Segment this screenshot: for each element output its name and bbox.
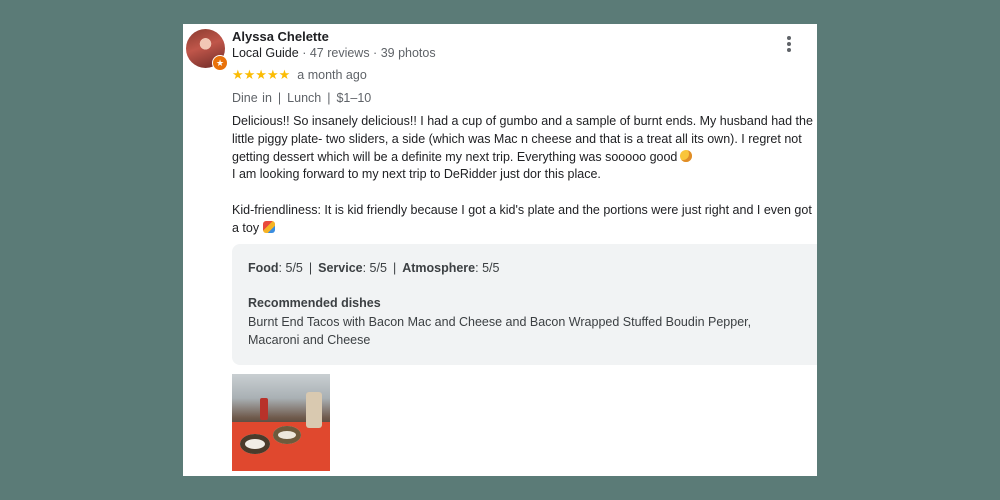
local-guide-star-icon: ★	[212, 55, 228, 71]
review-paragraph-3: Kid-friendliness: It is kid friendly bec…	[232, 202, 812, 235]
review-text: Delicious!! So insanely delicious!! I ha…	[232, 113, 817, 238]
category-scores: Food: 5/5 | Service: 5/5 | Atmosphere: 5/5	[248, 261, 500, 275]
visit-tags: Dine in | Lunch | $1–10	[232, 91, 372, 105]
score-food-label: Food	[248, 261, 279, 275]
score-service-value: : 5/5	[362, 261, 387, 275]
review-paragraph-1: Delicious!! So insanely delicious!! I ha…	[232, 114, 813, 164]
reviewer-meta[interactable]: Local Guide · 47 reviews · 39 photos	[232, 46, 436, 60]
smiling-face-emoji-icon	[680, 149, 693, 162]
tag-lunch: Lunch	[287, 91, 322, 105]
recommended-dishes-title: Recommended dishes	[248, 296, 381, 310]
review-card: ★ Alyssa Chelette Local Guide · 47 revie…	[183, 24, 817, 476]
review-count: 47 reviews	[309, 46, 370, 60]
review-paragraph-2: I am looking forward to my next trip to …	[232, 167, 601, 182]
score-atmosphere-label: Atmosphere	[402, 261, 476, 275]
review-date: a month ago	[297, 68, 367, 82]
review-photo[interactable]	[232, 374, 330, 471]
meta-separator: ·	[369, 46, 381, 60]
recommended-dishes-text: Burnt End Tacos with Bacon Mac and Chees…	[248, 315, 752, 347]
star-rating: ★★★★★	[232, 67, 291, 82]
local-guide-label: Local Guide	[232, 46, 299, 60]
tag-price: $1–10	[336, 91, 372, 105]
score-atmosphere-value: : 5/5	[475, 261, 500, 275]
reviewer-name[interactable]: Alyssa Chelette	[232, 29, 329, 44]
score-service-label: Service	[318, 261, 363, 275]
meta-separator: ·	[298, 46, 310, 60]
rating-row: ★★★★★ a month ago	[232, 67, 367, 83]
tag-dine-in: Dine in	[232, 91, 272, 105]
photo-count: 39 photos	[380, 46, 436, 60]
score-food-value: : 5/5	[278, 261, 303, 275]
more-vert-icon[interactable]	[781, 35, 797, 55]
review-details-panel: Food: 5/5 | Service: 5/5 | Atmosphere: 5/5 R…	[232, 244, 817, 365]
toy-emoji-icon	[263, 220, 276, 233]
